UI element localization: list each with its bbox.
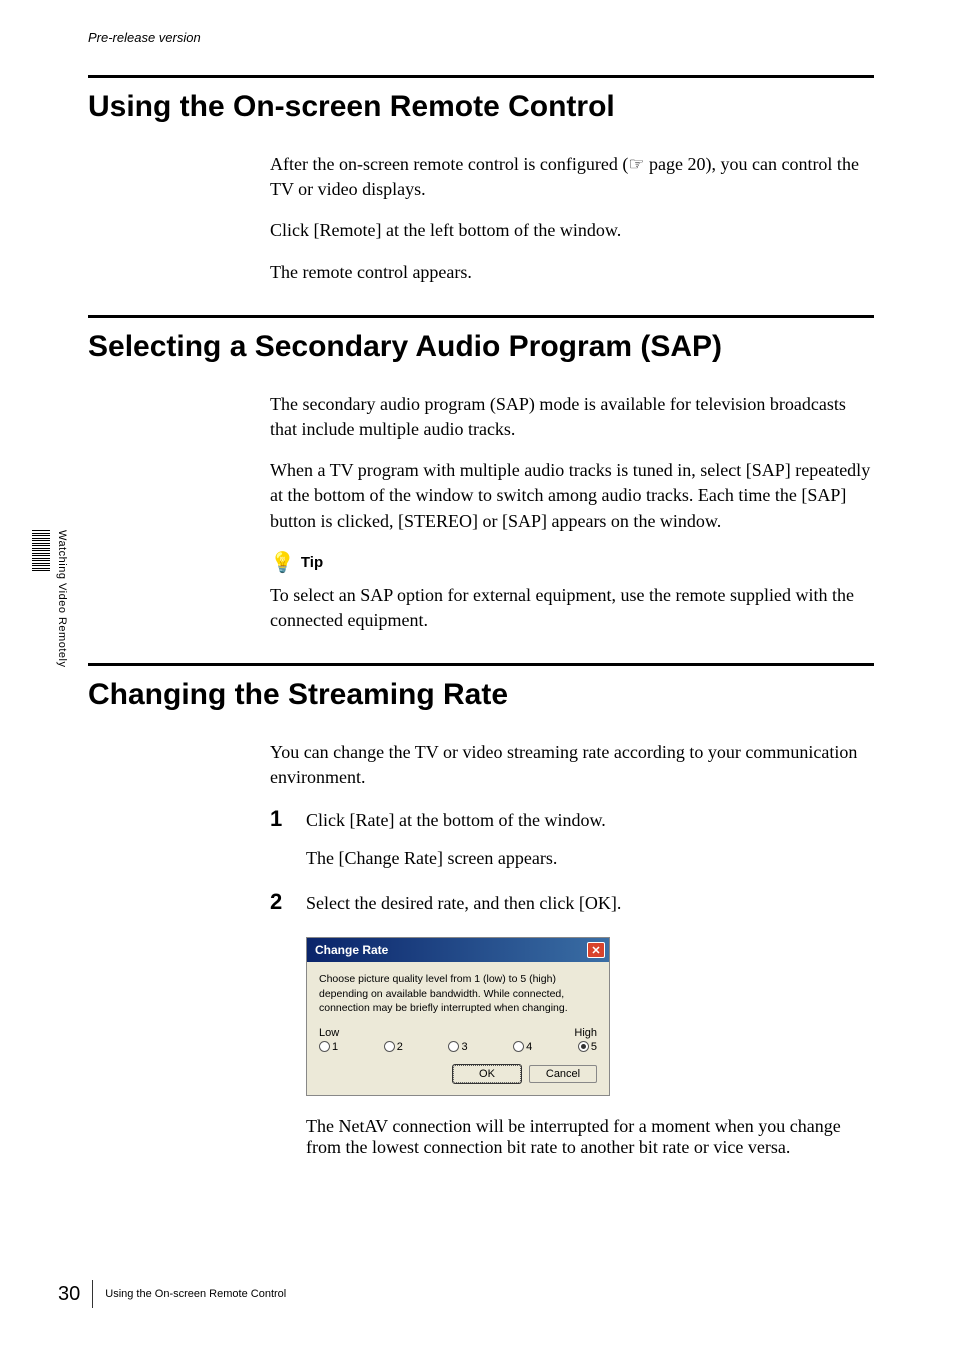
body-text: After the on-screen remote control is co… [270, 152, 874, 202]
section-streaming-rate: Changing the Streaming Rate You can chan… [50, 663, 874, 1158]
body-text: The remote control appears. [270, 260, 874, 285]
close-icon[interactable]: ✕ [587, 942, 605, 958]
dialog-screenshot: Change Rate ✕ Choose picture quality lev… [306, 937, 874, 1096]
step-text: Click [Rate] at the bottom of the window… [306, 807, 874, 834]
cancel-button[interactable]: Cancel [529, 1065, 597, 1083]
rate-options: 1 2 3 4 5 [319, 1041, 597, 1053]
dialog-description: Choose picture quality level from 1 (low… [319, 972, 597, 1015]
option-label: 5 [591, 1041, 597, 1053]
section-rule [88, 315, 874, 318]
tip-header: 💡 Tip [270, 550, 874, 575]
low-label: Low [319, 1027, 339, 1039]
prerelease-header: Pre-release version [88, 30, 874, 45]
step-1: 1 Click [Rate] at the bottom of the wind… [270, 806, 874, 834]
step-subtext: The [Change Rate] screen appears. [306, 848, 874, 869]
body-text: When a TV program with multiple audio tr… [270, 458, 874, 534]
option-label: 3 [461, 1041, 467, 1053]
option-label: 1 [332, 1041, 338, 1053]
step-number: 2 [270, 889, 288, 915]
section-rule [88, 75, 874, 78]
rate-range-labels: Low High [319, 1027, 597, 1039]
section-title-remote: Using the On-screen Remote Control [88, 90, 874, 124]
ok-button[interactable]: OK [453, 1065, 521, 1083]
dialog-title: Change Rate [315, 943, 388, 957]
dialog-titlebar: Change Rate ✕ [307, 938, 609, 962]
section-sap: Selecting a Secondary Audio Program (SAP… [50, 315, 874, 633]
option-label: 4 [526, 1041, 532, 1053]
body-text: You can change the TV or video streaming… [270, 740, 874, 790]
radio-icon [319, 1041, 330, 1052]
dialog-body: Choose picture quality level from 1 (low… [307, 962, 609, 1095]
radio-icon [384, 1041, 395, 1052]
rate-option-2[interactable]: 2 [384, 1041, 403, 1053]
side-tab-label: Watching Video Remotely [56, 530, 68, 667]
rate-option-1[interactable]: 1 [319, 1041, 338, 1053]
section-title-sap: Selecting a Secondary Audio Program (SAP… [88, 330, 874, 364]
text-fragment: After the on-screen remote control is co… [270, 154, 628, 174]
high-label: High [574, 1027, 597, 1039]
tip-bulb-icon: 💡 [270, 550, 295, 575]
radio-icon [578, 1041, 589, 1052]
tip-text: To select an SAP option for external equ… [270, 583, 874, 633]
option-label: 2 [397, 1041, 403, 1053]
section-title-rate: Changing the Streaming Rate [88, 678, 874, 712]
rate-option-4[interactable]: 4 [513, 1041, 532, 1053]
section-remote-control: Using the On-screen Remote Control After… [50, 75, 874, 285]
body-text: The NetAV connection will be interrupted… [306, 1116, 874, 1158]
dialog-buttons: OK Cancel [319, 1065, 597, 1083]
section-rule [88, 663, 874, 666]
radio-icon [448, 1041, 459, 1052]
step-text: Select the desired rate, and then click … [306, 890, 874, 917]
page-ref-icon: ☞ [628, 154, 644, 174]
change-rate-dialog: Change Rate ✕ Choose picture quality lev… [306, 937, 610, 1096]
radio-icon [513, 1041, 524, 1052]
body-text: The secondary audio program (SAP) mode i… [270, 392, 874, 442]
side-tab-bars [32, 530, 50, 571]
footer-section-title: Using the On-screen Remote Control [105, 1288, 286, 1300]
side-tab: Watching Video Remotely [32, 530, 68, 667]
page-footer: 30 Using the On-screen Remote Control [58, 1280, 286, 1308]
rate-option-5[interactable]: 5 [578, 1041, 597, 1053]
step-number: 1 [270, 806, 288, 832]
body-text: Click [Remote] at the left bottom of the… [270, 218, 874, 243]
tip-label: Tip [301, 554, 323, 571]
step-2: 2 Select the desired rate, and then clic… [270, 889, 874, 917]
rate-option-3[interactable]: 3 [448, 1041, 467, 1053]
footer-divider [92, 1280, 93, 1308]
page-number: 30 [58, 1283, 80, 1306]
